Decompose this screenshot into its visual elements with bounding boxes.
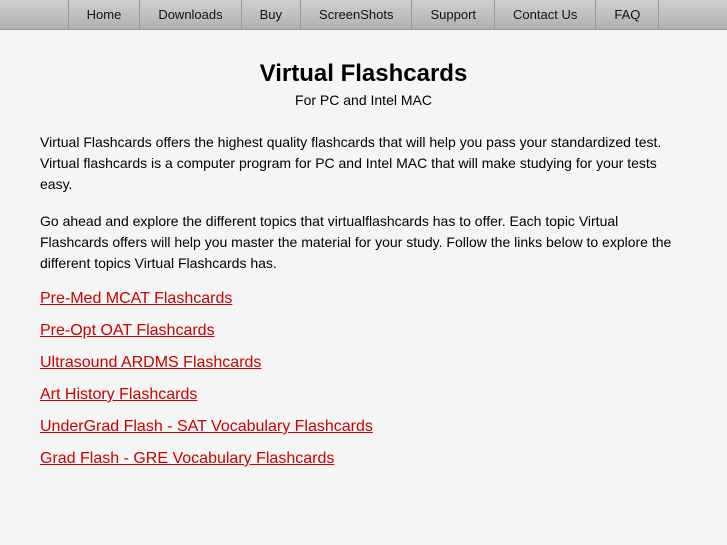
main-content: Virtual Flashcards For PC and Intel MAC … (0, 30, 727, 545)
nav-contact[interactable]: Contact Us (495, 0, 596, 29)
nav-screenshots[interactable]: ScreenShots (301, 0, 412, 29)
navigation: HomeDownloadsBuyScreenShotsSupportContac… (0, 0, 727, 30)
page-title: Virtual Flashcards (40, 60, 687, 88)
link-mcat[interactable]: Pre-Med MCAT Flashcards (40, 290, 687, 308)
nav-buy[interactable]: Buy (242, 0, 301, 29)
link-oat[interactable]: Pre-Opt OAT Flashcards (40, 322, 687, 340)
intro-paragraph-2: Go ahead and explore the different topic… (40, 211, 687, 274)
link-ardms[interactable]: Ultrasound ARDMS Flashcards (40, 354, 687, 372)
nav-downloads[interactable]: Downloads (140, 0, 241, 29)
links-section: Pre-Med MCAT Flashcards Pre-Opt OAT Flash… (40, 290, 687, 468)
nav-home[interactable]: Home (68, 0, 141, 29)
page-subtitle: For PC and Intel MAC (40, 92, 687, 108)
intro-paragraph-1: Virtual Flashcards offers the highest qu… (40, 132, 687, 195)
link-gre[interactable]: Grad Flash - GRE Vocabulary Flashcards (40, 450, 687, 468)
nav-support[interactable]: Support (412, 0, 495, 29)
link-art-history[interactable]: Art History Flashcards (40, 386, 687, 404)
link-sat[interactable]: UnderGrad Flash - SAT Vocabulary Flashca… (40, 418, 687, 436)
nav-faq[interactable]: FAQ (596, 0, 659, 29)
